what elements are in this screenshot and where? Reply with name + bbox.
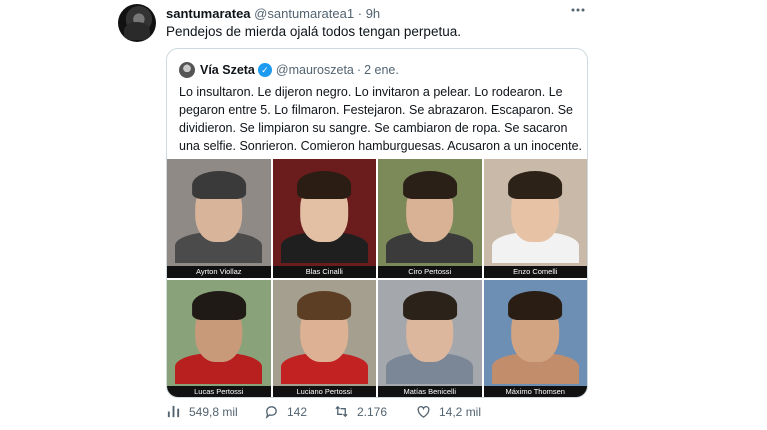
verified-badge-icon: ✓: [257, 63, 272, 77]
photo-tile[interactable]: Lucas Pertossi: [167, 279, 271, 397]
views-icon: [167, 405, 180, 418]
reply-count: 142: [287, 404, 308, 419]
reply-icon: [265, 406, 277, 419]
photo-caption: Luciano Pertossi: [272, 386, 376, 397]
retweet-count: 2.176: [357, 404, 388, 419]
retweet-button[interactable]: 2.176: [334, 404, 387, 419]
photo-tile[interactable]: Matías Benicelli: [378, 279, 482, 397]
views-count: 549,8 mil: [189, 404, 238, 419]
photo-tile[interactable]: Luciano Pertossi: [272, 279, 376, 397]
tweet-header: santumaratea @santumaratea1 · 9h: [166, 6, 380, 21]
photo-tile[interactable]: Ciro Pertossi: [378, 159, 482, 278]
photo-tile[interactable]: Enzo Comelli: [483, 159, 587, 278]
author-handle[interactable]: @santumaratea1: [254, 6, 354, 21]
quoted-author-display-name[interactable]: Vía Szeta: [200, 63, 255, 77]
photo-caption: Matías Benicelli: [378, 386, 482, 397]
more-icon[interactable]: [570, 2, 586, 23]
separator-dot: ·: [356, 63, 362, 77]
quoted-tweet[interactable]: Vía Szeta ✓ @mauroszeta · 2 ene. Lo insu…: [166, 48, 588, 398]
quoted-author-avatar[interactable]: [179, 62, 195, 78]
tweet-text: Pendejos de mierda ojalá todos tengan pe…: [166, 24, 461, 39]
author-avatar[interactable]: [118, 4, 156, 42]
photo-tile[interactable]: Máximo Thomsen: [483, 279, 587, 397]
photo-caption: Ciro Pertossi: [378, 265, 482, 278]
heart-icon: [417, 406, 430, 418]
photo-caption: Enzo Comelli: [483, 265, 587, 278]
like-count: 14,2 mil: [439, 404, 482, 419]
tweet-actions: 549,8 mil 142 2.176 14,2 mil: [166, 404, 586, 422]
separator-dot: ·: [357, 6, 363, 21]
retweet-icon: [335, 405, 348, 418]
photo-grid: Ayrton Viollaz Blas Cinalli Ciro Pertoss…: [167, 159, 587, 397]
quoted-author-handle[interactable]: @mauroszeta: [276, 63, 354, 77]
quoted-tweet-header: Vía Szeta ✓ @mauroszeta · 2 ene.: [179, 61, 402, 79]
like-button[interactable]: 14,2 mil: [416, 404, 481, 419]
photo-tile[interactable]: Blas Cinalli: [272, 159, 376, 278]
quoted-tweet-timestamp[interactable]: 2 ene.: [364, 63, 399, 77]
photo-caption: Máximo Thomsen: [483, 386, 587, 397]
quoted-tweet-text: Lo insultaron. Le dijeron negro. Lo invi…: [179, 85, 583, 153]
photo-caption: Blas Cinalli: [272, 265, 376, 278]
photo-caption: Lucas Pertossi: [167, 386, 271, 397]
photo-tile[interactable]: Ayrton Viollaz: [167, 159, 271, 278]
views-button[interactable]: 549,8 mil: [166, 404, 238, 419]
reply-button[interactable]: 142: [264, 404, 307, 419]
author-display-name[interactable]: santumaratea: [166, 6, 251, 21]
photo-caption: Ayrton Viollaz: [167, 265, 271, 278]
tweet-timestamp[interactable]: 9h: [366, 6, 380, 21]
